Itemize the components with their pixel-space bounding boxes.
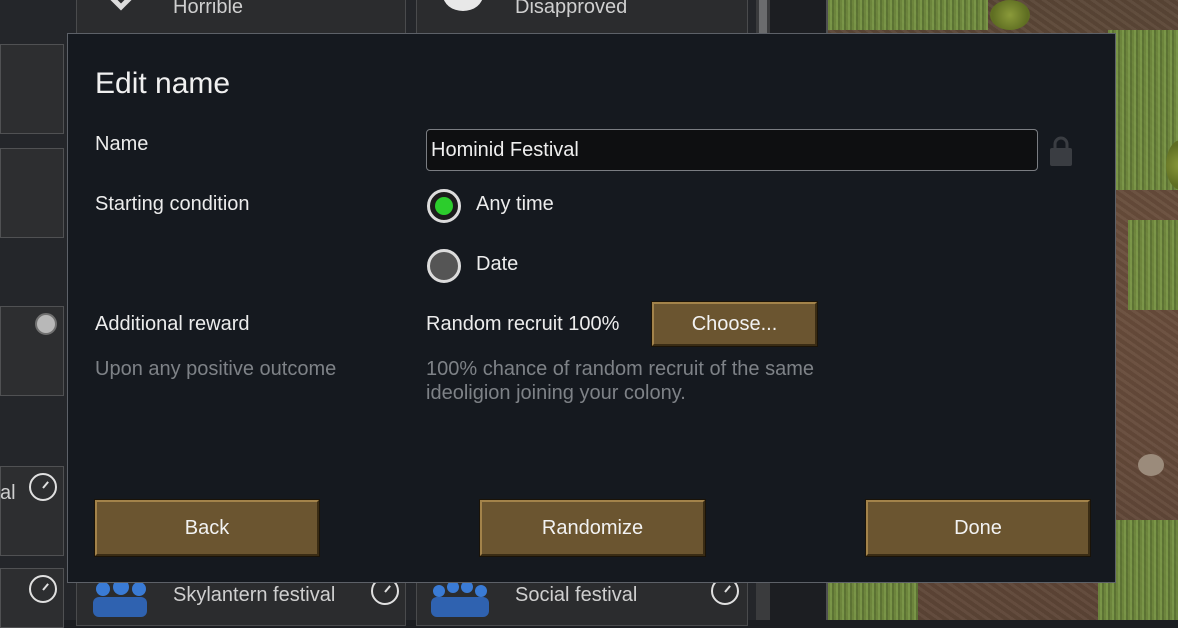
lock-icon[interactable]	[1049, 136, 1073, 166]
any-time-label[interactable]: Any time	[476, 193, 554, 216]
skull-icon	[444, 0, 482, 11]
bg-side-card[interactable]	[0, 306, 64, 396]
reward-description: 100% chance of random recruit of the sam…	[426, 357, 886, 405]
grass-patch	[828, 0, 988, 30]
randomize-button[interactable]: Randomize	[480, 500, 705, 556]
reward-description-line: 100% chance of random recruit of the sam…	[426, 358, 814, 380]
bg-side-card[interactable]	[0, 466, 64, 556]
choose-button[interactable]: Choose...	[652, 302, 817, 346]
grass-patch	[1128, 220, 1178, 310]
reward-value: Random recruit 100%	[426, 313, 620, 335]
bg-side-fragment: al	[0, 482, 16, 504]
people-icon	[431, 581, 489, 617]
bg-tile-social-label: Social festival	[515, 584, 638, 606]
bg-side-card[interactable]	[0, 44, 64, 134]
name-input[interactable]	[426, 129, 1038, 171]
additional-reward-label: Additional reward	[95, 313, 250, 335]
reward-description-line: ideoligion joining your colony.	[426, 382, 686, 404]
bg-side-card[interactable]	[0, 148, 64, 238]
any-time-radio[interactable]	[427, 189, 461, 223]
reward-subtitle: Upon any positive outcome	[95, 358, 337, 380]
bg-side-card[interactable]	[0, 568, 64, 628]
lock-badge-icon	[35, 313, 57, 335]
people-icon	[93, 579, 147, 617]
bg-tile-skylantern-label: Skylantern festival	[173, 584, 336, 606]
done-button[interactable]: Done	[866, 500, 1090, 556]
rock	[1138, 454, 1164, 476]
date-label[interactable]: Date	[476, 253, 518, 276]
dialog-title: Edit name	[95, 67, 231, 100]
bush	[990, 0, 1030, 30]
grass-patch	[828, 580, 918, 620]
broken-heart-icon	[110, 0, 132, 11]
starting-condition-label: Starting condition	[95, 193, 250, 215]
date-radio[interactable]	[427, 249, 461, 283]
clock-icon	[29, 575, 57, 603]
bg-tile-disapproved-label: Disapproved	[515, 0, 628, 18]
name-label: Name	[95, 133, 149, 155]
back-button[interactable]: Back	[95, 500, 319, 556]
clock-icon	[29, 473, 57, 501]
bg-tile-horrible-label: Horrible	[173, 0, 244, 18]
edit-name-dialog: Edit name Name Starting condition Any ti…	[67, 33, 1116, 583]
